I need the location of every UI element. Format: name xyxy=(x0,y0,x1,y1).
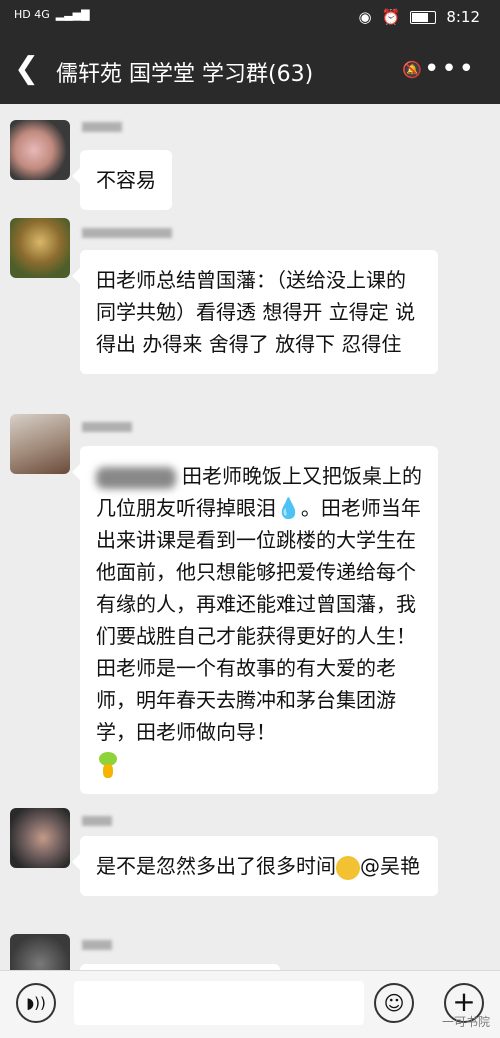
message-text-continued: 。田老师当年出来讲课是看到一位跳楼的大学生在他面前，他只想能够把爱传递给每个有缘… xyxy=(96,496,421,744)
sender-nickname xyxy=(82,422,132,432)
sprout-emoji-icon xyxy=(96,751,120,780)
sender-nickname xyxy=(82,940,112,950)
chat-title: 儒轩苑 国学堂 学习群(63) xyxy=(56,62,314,87)
chat-header: ❮ 儒轩苑 国学堂 学习群(63) 🔕 ••• xyxy=(0,36,500,104)
message-bubble[interactable]: 田老师总结曾国藩：（送给没上课的同学共勉）看得透 想得开 立得定 说得出 办得来… xyxy=(72,250,438,374)
more-dots-icon[interactable]: ••• xyxy=(424,54,476,84)
input-bar: ◗)) ☺ + 一可书院 xyxy=(0,970,500,1038)
status-bar: HD 4G ▂▃▅▇ ◉ ⏰ 8:12 xyxy=(0,0,500,36)
sender-nickname xyxy=(82,122,122,132)
voice-icon[interactable]: ◗)) xyxy=(16,983,56,1023)
mute-bell-icon: 🔕 xyxy=(402,60,422,79)
eye-icon: ◉ xyxy=(358,8,372,26)
battery-icon xyxy=(410,10,437,24)
signal-icon: ▂▃▅▇ xyxy=(55,8,90,21)
message-bubble[interactable]: 是不是忽然多出了很多时间 @吴艳 xyxy=(72,836,438,896)
avatar[interactable] xyxy=(10,808,70,868)
message-input[interactable] xyxy=(74,981,364,1025)
chat-messages[interactable]: 不容易 田老师总结曾国藩：（送给没上课的同学共勉）看得透 想得开 立得定 说得出… xyxy=(0,104,500,970)
clock-time: 8:12 xyxy=(446,8,480,26)
message-text: 田老师总结曾国藩：（送给没上课的同学共勉）看得透 想得开 立得定 说得出 办得来… xyxy=(96,268,416,356)
alarm-icon: ⏰ xyxy=(381,8,401,26)
avatar[interactable] xyxy=(10,120,70,180)
sender-nickname xyxy=(82,816,112,826)
mention-blurred xyxy=(96,466,176,489)
message-text: 不容易 xyxy=(96,168,156,192)
grin-emoji-icon xyxy=(336,855,360,880)
emoji-icon[interactable]: ☺ xyxy=(374,983,414,1023)
network-status: HD 4G ▂▃▅▇ xyxy=(14,8,90,21)
avatar[interactable] xyxy=(10,414,70,474)
status-icons: ◉ ⏰ 8:12 xyxy=(359,8,480,26)
avatar[interactable] xyxy=(10,218,70,278)
message-bubble[interactable]: 不容易 xyxy=(72,150,172,210)
network-label: HD 4G xyxy=(14,8,50,21)
droplet-emoji-icon: 💧 xyxy=(276,496,301,520)
sender-nickname xyxy=(82,228,172,238)
back-arrow-icon[interactable]: ❮ xyxy=(14,54,39,84)
mention-text: @吴艳 xyxy=(360,854,420,878)
watermark: 一可书院 xyxy=(441,1015,490,1029)
message-text: 是不是忽然多出了很多时间 xyxy=(96,854,336,878)
message-bubble[interactable]: 田老师晚饭上又把饭桌上的几位朋友听得掉眼泪💧。田老师当年出来讲课是看到一位跳楼的… xyxy=(72,446,438,794)
avatar[interactable] xyxy=(10,934,70,970)
